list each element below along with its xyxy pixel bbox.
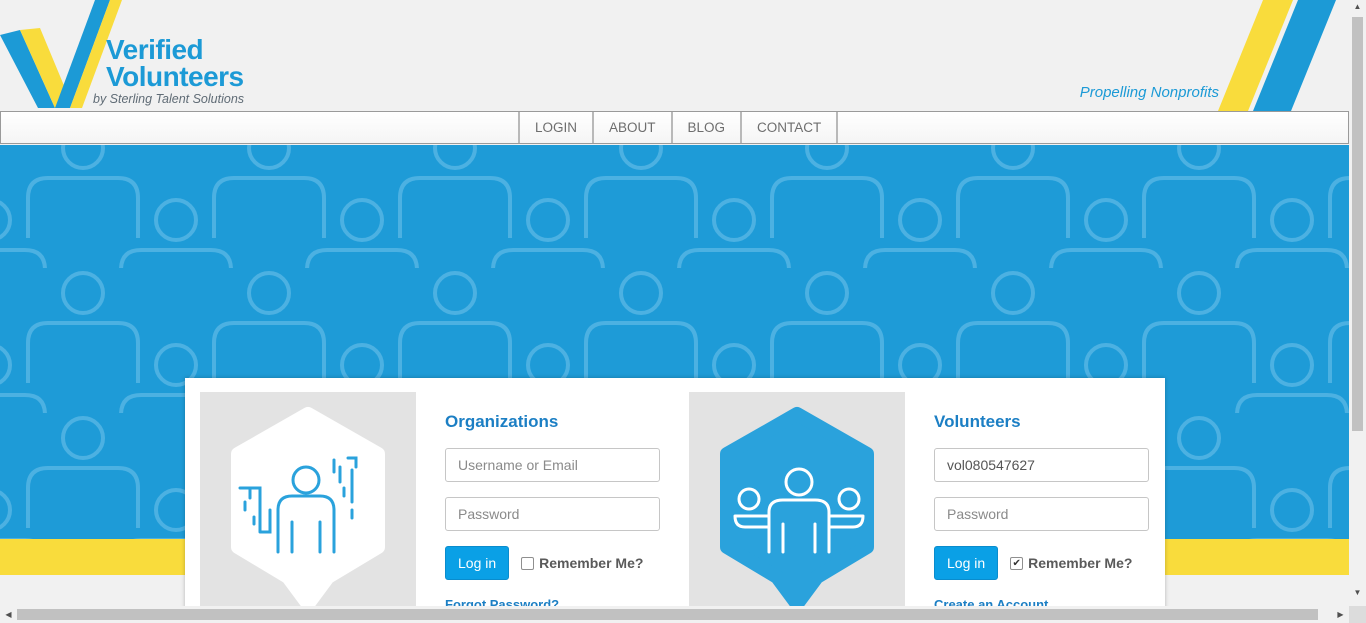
org-remember-checkbox[interactable]: [521, 556, 535, 570]
org-remember-label[interactable]: Remember Me?: [539, 555, 643, 571]
person-with-buildings-icon: [231, 407, 385, 611]
tagline: Propelling Nonprofits: [1079, 84, 1219, 101]
org-login-button[interactable]: Log in: [445, 546, 510, 580]
organizations-login-form: Organizations Log in Remember Me? Forgot…: [445, 412, 661, 612]
group-of-people-icon: [720, 407, 874, 611]
site-header: Verified Volunteers by Sterling Talent S…: [0, 0, 1349, 111]
scroll-up-icon[interactable]: ▲: [1349, 2, 1366, 11]
scrollbar-corner: [1349, 606, 1366, 623]
vertical-scroll-thumb[interactable]: [1352, 17, 1363, 431]
vol-remember-checkbox[interactable]: ✔: [1010, 556, 1024, 570]
nav-login[interactable]: LOGIN: [518, 112, 592, 143]
horizontal-scrollbar[interactable]: ◀ ▶: [0, 606, 1349, 623]
vol-remember-label[interactable]: Remember Me?: [1028, 555, 1132, 571]
scroll-left-icon[interactable]: ◀: [0, 610, 17, 619]
logo-line2: Volunteers: [106, 61, 244, 92]
vol-username-input[interactable]: [934, 448, 1149, 482]
logo-subtitle: by Sterling Talent Solutions: [93, 92, 245, 106]
org-username-input[interactable]: [445, 448, 660, 482]
vertical-scrollbar[interactable]: ▲ ▼: [1349, 0, 1366, 606]
logo-wordmark[interactable]: Verified Volunteers by Sterling Talent S…: [93, 34, 244, 107]
login-panel: Organizations Log in Remember Me? Forgot…: [185, 378, 1165, 623]
volunteers-login-form: Volunteers Log in ✔ Remember Me? Create …: [934, 412, 1150, 612]
horizontal-scroll-thumb[interactable]: [17, 609, 1318, 620]
nav-about[interactable]: ABOUT: [592, 112, 671, 143]
corner-stripes-decoration: [1218, 0, 1336, 111]
volunteers-title: Volunteers: [934, 412, 1021, 431]
nav-contact[interactable]: CONTACT: [740, 112, 839, 143]
nav-blog[interactable]: BLOG: [670, 112, 741, 143]
scroll-down-icon[interactable]: ▼: [1349, 588, 1366, 597]
scroll-right-icon[interactable]: ▶: [1332, 610, 1349, 619]
volunteers-icon-box: [689, 392, 905, 612]
organizations-icon-box: [200, 392, 416, 612]
vol-password-input[interactable]: [934, 497, 1149, 531]
organizations-title: Organizations: [445, 412, 559, 431]
vol-login-button[interactable]: Log in: [934, 546, 999, 580]
main-nav: LOGIN ABOUT BLOG CONTACT: [0, 111, 1349, 144]
logo-line1: Verified: [106, 34, 204, 65]
org-password-input[interactable]: [445, 497, 660, 531]
